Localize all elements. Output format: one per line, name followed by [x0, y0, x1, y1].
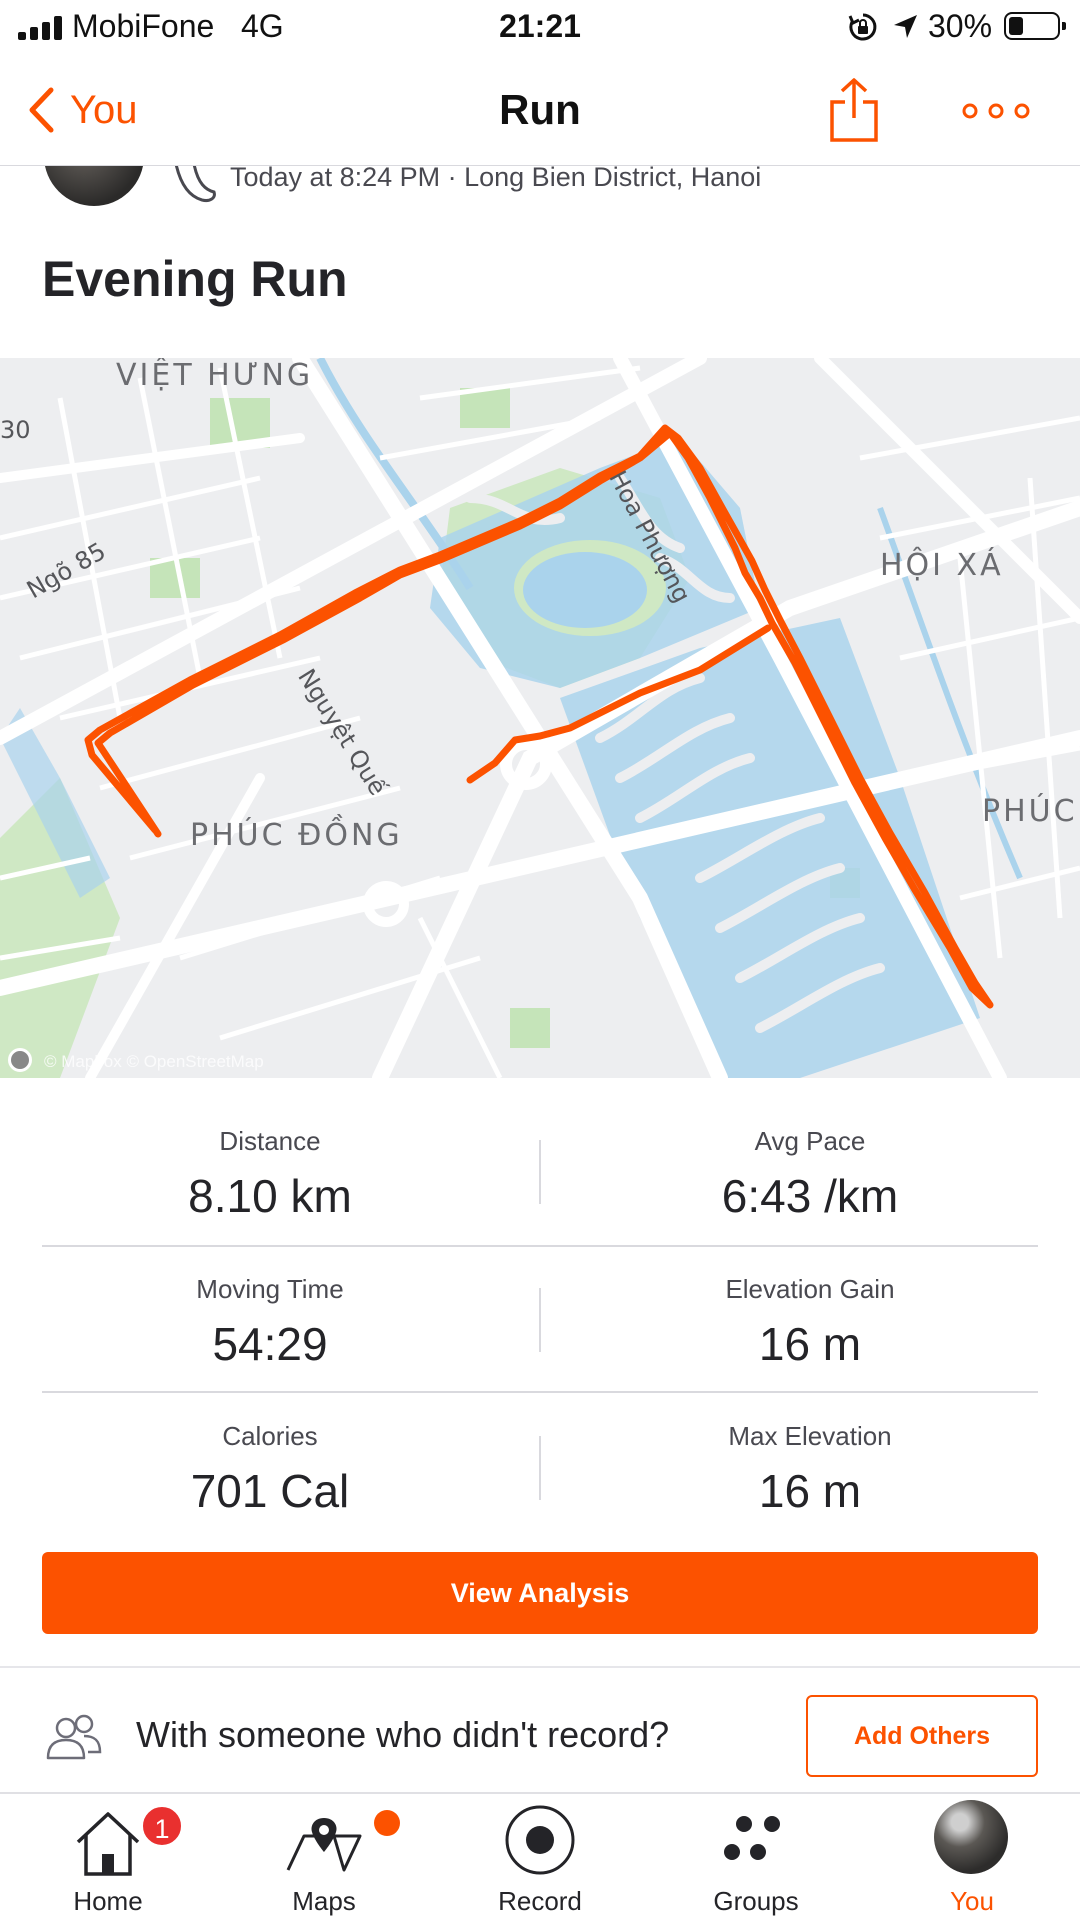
- add-others-button[interactable]: Add Others: [806, 1695, 1038, 1777]
- rotation-lock-icon: [848, 13, 877, 41]
- tab-label: Record: [498, 1886, 582, 1916]
- location-arrow-icon: [894, 15, 917, 38]
- map-label-phuc: PHÚC: [982, 794, 1078, 829]
- maps-icon: [286, 1818, 362, 1872]
- carrier-name: MobiFone: [72, 8, 215, 44]
- stat-moving-time: Moving Time 54:29: [0, 1274, 540, 1371]
- stat-label: Calories: [222, 1421, 318, 1451]
- stat-value: 16 m: [758, 1465, 862, 1517]
- divider: [42, 1391, 1038, 1393]
- stat-label: Elevation Gain: [725, 1274, 895, 1304]
- stat-label: Max Elevation: [728, 1421, 892, 1451]
- signal-icon: [18, 16, 64, 40]
- stat-value: 6:43 /km: [721, 1170, 899, 1222]
- tab-bar: Home 1 Maps Record Groups You: [0, 1792, 1080, 1920]
- page-title: Run: [499, 86, 581, 133]
- status-bar: MobiFone 4G 21:21 30%: [0, 0, 1080, 56]
- tab-groups[interactable]: Groups: [648, 1794, 864, 1920]
- nav-header: You Run: [0, 56, 1080, 166]
- view-analysis-button[interactable]: View Analysis: [42, 1552, 1038, 1634]
- stat-avg-pace: Avg Pace 6:43 /km: [540, 1126, 1080, 1223]
- with-someone-prompt: With someone who didn't record?: [136, 1714, 670, 1755]
- activity-title: Evening Run: [42, 251, 348, 307]
- divider: [539, 1288, 541, 1352]
- back-label: You: [70, 87, 138, 132]
- maps-indicator-dot: [374, 1810, 400, 1836]
- activity-meta: Today at 8:24 PM · Long Bien District, H…: [230, 166, 762, 192]
- map-label-hoi-xa: HỘI XÁ: [880, 548, 1004, 583]
- stat-calories: Calories 701 Cal: [0, 1421, 540, 1518]
- chevron-left-icon: [29, 87, 54, 133]
- stat-value: 54:29: [212, 1318, 328, 1370]
- people-icon: [46, 1714, 102, 1760]
- stat-distance: Distance 8.10 km: [0, 1126, 540, 1223]
- stat-elevation-gain: Elevation Gain 16 m: [540, 1274, 1080, 1371]
- home-icon: [76, 1812, 140, 1876]
- share-icon[interactable]: [826, 76, 882, 146]
- shoe-icon: [174, 166, 216, 202]
- network-type: 4G: [240, 8, 284, 44]
- carrier-info: MobiFone 4G: [72, 8, 284, 45]
- tab-maps[interactable]: Maps: [216, 1794, 432, 1920]
- avatar[interactable]: [934, 1800, 1008, 1874]
- notification-badge: 1: [140, 1804, 184, 1848]
- stat-label: Avg Pace: [754, 1126, 866, 1156]
- divider: [539, 1436, 541, 1500]
- street-label-edge-number: 30: [0, 416, 31, 444]
- activity-meta-row: Today at 8:24 PM · Long Bien District, H…: [0, 166, 1080, 206]
- tab-home[interactable]: Home: [0, 1794, 216, 1920]
- tab-record[interactable]: Record: [432, 1794, 648, 1920]
- groups-icon: [724, 1816, 780, 1860]
- stat-label: Moving Time: [196, 1274, 344, 1304]
- tab-label: Groups: [713, 1886, 799, 1916]
- map-label-phuc-dong: PHÚC ĐỒNG: [190, 818, 403, 853]
- stat-value: 8.10 km: [188, 1170, 352, 1222]
- tab-label: Maps: [292, 1886, 356, 1916]
- stat-label: Distance: [219, 1126, 321, 1156]
- back-button[interactable]: You: [26, 80, 138, 140]
- map-attribution[interactable]: © Mapbox © OpenStreetMap: [44, 1052, 264, 1072]
- stat-max-elevation: Max Elevation 16 m: [540, 1421, 1080, 1518]
- more-icon[interactable]: [960, 86, 1032, 136]
- battery-icon: [1004, 12, 1066, 40]
- divider: [42, 1245, 1038, 1247]
- record-icon: [505, 1805, 575, 1875]
- battery-percent: 30%: [928, 8, 993, 44]
- map-label-viet-hung: VIỆT HƯNG: [116, 358, 314, 393]
- route-map[interactable]: VIỆT HƯNG HỘI XÁ PHÚC ĐỒNG PHÚC Ngõ 85 H…: [0, 358, 1080, 1078]
- athlete-avatar[interactable]: [44, 166, 144, 206]
- tab-label: Home: [73, 1886, 143, 1916]
- stat-value: 701 Cal: [190, 1465, 350, 1517]
- divider: [0, 1666, 1080, 1668]
- stat-value: 16 m: [758, 1318, 862, 1370]
- tab-label: You: [950, 1886, 994, 1916]
- divider: [539, 1140, 541, 1204]
- mapbox-logo-icon[interactable]: [8, 1048, 32, 1072]
